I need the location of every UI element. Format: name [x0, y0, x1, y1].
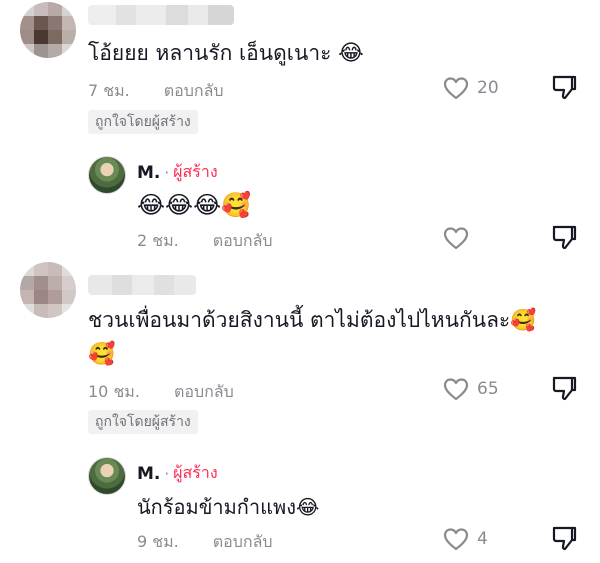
like-count: 65 [477, 379, 499, 399]
comment-text: ชวนเพื่อนมาด้วยสิงานนี้ ตาไม่ต้องไปไหนกั… [88, 308, 537, 332]
reply-emoji-text: 😂😂😂🥰 [137, 191, 252, 219]
heart-icon [443, 227, 469, 250]
reply-text: นักร้อมข้ามกำแพง😂 [137, 495, 320, 519]
reply-meta: 2 ชม. ตอบกลับ [137, 229, 273, 254]
like-count: 4 [477, 529, 488, 549]
separator-dot: · [164, 163, 170, 182]
reply-like-button[interactable]: 4 [443, 527, 488, 551]
comment-text: โอ้ยยย หลานรัก เอ็นดูเนาะ 😂 [88, 41, 364, 66]
reply-dislike-button[interactable] [551, 525, 577, 553]
commenter-avatar-blurred[interactable] [20, 262, 76, 318]
comment-meta: 7 ชม. ตอบกลับ [88, 79, 224, 104]
creator-header: M. · ผู้สร้าง [137, 461, 218, 486]
reply-timestamp: 2 ชม. [137, 231, 179, 250]
commenter-name-blurred[interactable] [88, 5, 234, 25]
creator-badge: ผู้สร้าง [173, 463, 218, 482]
reply-meta: 9 ชม. ตอบกลับ [137, 530, 273, 555]
heart-icon [443, 527, 469, 551]
reply-like-button[interactable] [443, 226, 469, 250]
heart-icon [443, 76, 469, 100]
thumbs-down-icon [552, 376, 577, 401]
creator-name[interactable]: M. [137, 464, 160, 484]
comment-meta: 10 ชม. ตอบกลับ [88, 380, 234, 405]
reply-timestamp: 9 ชม. [137, 532, 179, 551]
liked-by-creator-badge: ถูกใจโดยผู้สร้าง [88, 410, 198, 434]
like-button[interactable]: 65 [443, 377, 499, 401]
creator-header: M. · ผู้สร้าง [137, 160, 218, 185]
heart-icon [443, 377, 469, 401]
laughing-emoji: 😂 [338, 41, 364, 66]
reply-button[interactable]: ตอบกลับ [164, 79, 224, 104]
dislike-button[interactable] [551, 375, 577, 403]
reply-button[interactable]: ตอบกลับ [213, 229, 273, 254]
creator-avatar[interactable] [88, 457, 126, 495]
comment-timestamp: 7 ชม. [88, 81, 130, 100]
reply-button[interactable]: ตอบกลับ [174, 380, 234, 405]
reply-button[interactable]: ตอบกลับ [213, 530, 273, 555]
thumbs-down-icon [552, 75, 577, 100]
comment-timestamp: 10 ชม. [88, 382, 140, 401]
comment-text-continued: 🥰 [88, 342, 116, 367]
commenter-name-blurred[interactable] [88, 275, 196, 295]
like-button[interactable]: 20 [443, 76, 499, 100]
reply-dislike-button[interactable] [551, 224, 577, 252]
dislike-button[interactable] [551, 74, 577, 102]
thumbs-down-icon [552, 225, 577, 250]
liked-by-creator-badge: ถูกใจโดยผู้สร้าง [88, 110, 198, 134]
creator-avatar[interactable] [88, 156, 126, 194]
creator-name[interactable]: M. [137, 163, 160, 183]
like-count: 20 [477, 78, 499, 98]
separator-dot: · [164, 464, 170, 483]
thumbs-down-icon [552, 526, 577, 551]
creator-badge: ผู้สร้าง [173, 162, 218, 181]
commenter-avatar-blurred[interactable] [20, 2, 76, 58]
